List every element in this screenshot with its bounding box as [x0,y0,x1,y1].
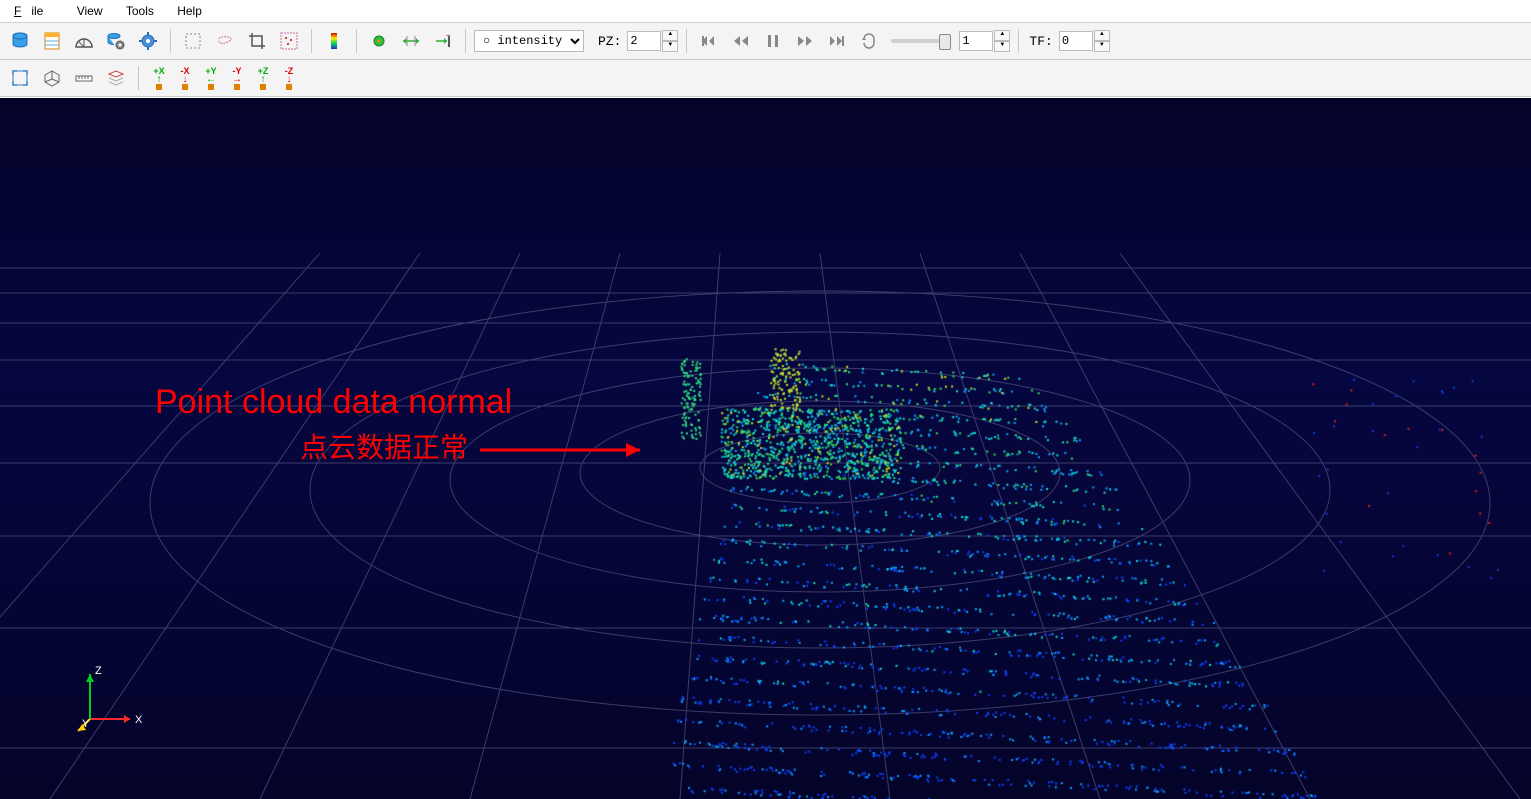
loop-icon[interactable] [855,27,883,55]
tf-label: TF: [1027,34,1054,49]
toolbar-view: +X↑ -X↓ +Y← -Y→ +Z↑ -Z↓ [0,60,1531,97]
sheet-icon[interactable] [38,27,66,55]
skip-last-icon[interactable] [823,27,851,55]
scatter-select-icon[interactable] [275,27,303,55]
pz-input[interactable] [627,31,661,51]
skip-first-icon[interactable] [695,27,723,55]
annotation-arrow [480,438,660,478]
menu-file[interactable]: File [4,0,63,22]
viewport-3d[interactable]: Point cloud data normal 点云数据正常 X Y Z [0,98,1531,799]
point-cloud-canvas [0,98,1531,799]
width-arrows-icon[interactable] [397,27,425,55]
menu-view[interactable]: View [67,0,113,22]
axis-minus-x[interactable]: -X↓ [173,65,197,91]
menu-tools[interactable]: Tools [116,0,164,22]
axis-plus-z[interactable]: +Z↑ [251,65,275,91]
frame-slider[interactable] [891,39,951,43]
color-scale-icon[interactable] [320,27,348,55]
color-mode-select[interactable]: ○ intensity [474,30,584,52]
svg-text:Y: Y [82,718,90,730]
svg-text:Z: Z [95,665,102,677]
frame-down[interactable]: ▼ [994,41,1010,52]
axis-gizmo: X Y Z [70,659,150,739]
tf-input[interactable] [1059,31,1093,51]
rectangle-select-icon[interactable] [179,27,207,55]
tf-up[interactable]: ▲ [1094,30,1110,41]
protractor-icon[interactable] [70,27,98,55]
gear-icon[interactable] [134,27,162,55]
tf-down[interactable]: ▼ [1094,41,1110,52]
pause-icon[interactable] [759,27,787,55]
forward-icon[interactable] [791,27,819,55]
frame-input[interactable] [959,31,993,51]
axis-buttons: +X↑ -X↓ +Y← -Y→ +Z↑ -Z↓ [147,65,301,91]
layers-icon[interactable] [102,64,130,92]
lasso-select-icon[interactable] [211,27,239,55]
pz-down[interactable]: ▼ [662,41,678,52]
cube-view-icon[interactable] [38,64,66,92]
database-icon[interactable] [6,27,34,55]
axis-plus-x[interactable]: +X↑ [147,65,171,91]
pz-spinner[interactable]: ▲▼ [627,30,678,52]
snap-arrow-icon[interactable] [429,27,457,55]
annotation-zh: 点云数据正常 [300,426,468,466]
axis-minus-y[interactable]: -Y→ [225,65,249,91]
svg-text:X: X [135,714,143,726]
crop-icon[interactable] [243,27,271,55]
fit-view-icon[interactable] [6,64,34,92]
pz-label: PZ: [596,34,623,49]
menu-help[interactable]: Help [167,0,212,22]
menu-bar: File View Tools Help [0,0,1531,23]
ruler-icon[interactable] [70,64,98,92]
toolbar-main: ○ intensity PZ: ▲▼ ▲▼ TF: ▲▼ [0,23,1531,60]
pz-up[interactable]: ▲ [662,30,678,41]
axis-plus-y[interactable]: +Y← [199,65,223,91]
database-gear-icon[interactable] [102,27,130,55]
point-marker-icon[interactable] [365,27,393,55]
annotation-en: Point cloud data normal [155,383,512,422]
slider-thumb[interactable] [939,34,951,50]
rewind-icon[interactable] [727,27,755,55]
axis-minus-z[interactable]: -Z↓ [277,65,301,91]
frame-spinner[interactable]: ▲▼ [959,30,1010,52]
frame-up[interactable]: ▲ [994,30,1010,41]
tf-spinner[interactable]: ▲▼ [1059,30,1110,52]
